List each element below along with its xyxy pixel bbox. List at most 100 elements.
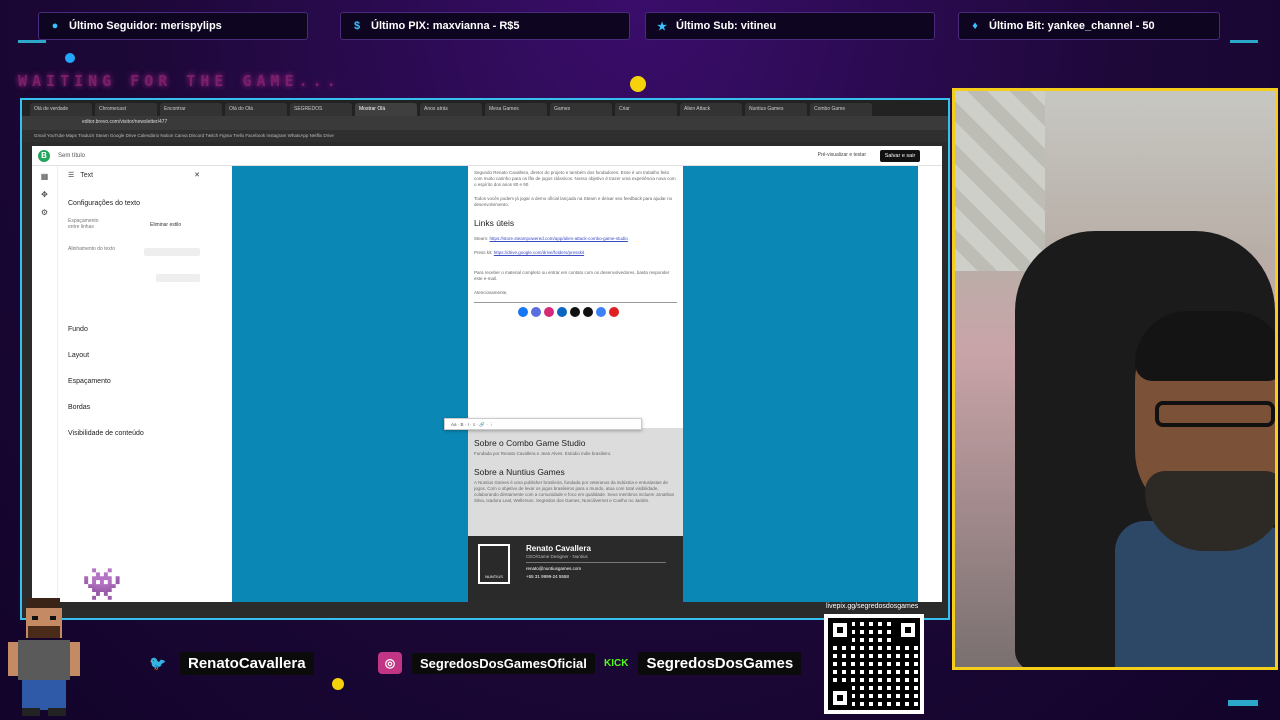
- x-icon[interactable]: [583, 307, 593, 317]
- remove-style-button[interactable]: Eliminar estilo: [150, 222, 181, 228]
- left-rail: ▦ ✥ ⚙: [32, 166, 58, 602]
- qr-code[interactable]: [824, 614, 924, 714]
- instagram-name: SegredosDosGamesOficial: [412, 652, 595, 674]
- instagram-handle: ◎ SegredosDosGamesOficial: [378, 648, 595, 678]
- text-settings-panel: ☰ Text ✕ Configurações do texto Espaçame…: [58, 166, 208, 602]
- instagram-icon: ◎: [378, 652, 402, 674]
- brevo-logo[interactable]: B: [38, 149, 50, 162]
- blocks-icon[interactable]: ▦: [38, 172, 52, 184]
- discord-icon[interactable]: [531, 307, 541, 317]
- alert-follower: ● Último Seguidor: merispylips: [38, 12, 308, 40]
- alert-bit: ♦ Último Bit: yankee_channel - 50: [958, 12, 1220, 40]
- browser-tab[interactable]: Encontrar: [160, 103, 222, 116]
- qr-finder: [828, 686, 852, 710]
- browser-tab[interactable]: Chromecast: [95, 103, 157, 116]
- decor-bar: [1228, 700, 1258, 706]
- bookmarks-bar[interactable]: Gmail YouTube Maps Traduzir Steam Google…: [22, 130, 948, 142]
- save-exit-button[interactable]: Salvar e sair: [880, 150, 920, 162]
- line-spacing-label: Espaçamento entre linhas: [68, 218, 99, 230]
- nuntius-logo: NUNTIUS: [478, 544, 510, 584]
- twitter-name: RenatoCavallera: [180, 651, 314, 675]
- nuntius-text[interactable]: A Nuntius Games é uma publisher brasilei…: [468, 480, 683, 504]
- streamer: [1115, 311, 1275, 667]
- youtube-icon[interactable]: [609, 307, 619, 317]
- presskit-label: Press kit:: [474, 250, 493, 255]
- sig-name: Renato Cavallera: [526, 544, 591, 553]
- wall-pattern: [955, 91, 1045, 271]
- browser-tab[interactable]: Olá do Olá: [225, 103, 287, 116]
- section-visibilidade[interactable]: Visibilidade de conteúdo: [68, 430, 144, 437]
- twitter-icon: 🐦: [149, 654, 167, 671]
- social-icons-row: [468, 307, 683, 317]
- sig-phone[interactable]: +55 31 9999-24 5558: [526, 574, 569, 579]
- instagram-icon[interactable]: [544, 307, 554, 317]
- combo-text[interactable]: Fundada por Renato Cavallera e Jean Alve…: [468, 451, 683, 457]
- screen-capture: Olá de verdade Chromecast Encontrar Olá …: [20, 98, 950, 620]
- preview-button[interactable]: Pré-visualizar e testar: [818, 152, 866, 158]
- intro-paragraph[interactable]: Segundo Renato Cavallera, diretor do pro…: [468, 170, 683, 188]
- text-formatting-toolbar[interactable]: Aa · B · I · ≡ · 🔗 · ⋮: [444, 418, 642, 430]
- qr-label: livepix.gg/segredosdosgames: [826, 603, 919, 610]
- tiktok-icon[interactable]: [570, 307, 580, 317]
- browser-tab[interactable]: Combo Game: [810, 103, 872, 116]
- twitter-handle: 🐦 RenatoCavallera: [146, 648, 314, 678]
- alert-bit-text: Último Bit: yankee_channel - 50: [989, 20, 1155, 32]
- kick-handle: KICK SegredosDosGames: [604, 648, 802, 678]
- browser-tab[interactable]: Nuntius Games: [745, 103, 807, 116]
- sig-divider: [526, 562, 666, 563]
- section-bordas[interactable]: Bordas: [68, 404, 90, 411]
- steam-link[interactable]: https://store.steampowered.com/app/alien…: [490, 236, 628, 241]
- section-layout[interactable]: Layout: [68, 352, 89, 359]
- alert-sub-text: Último Sub: vitineu: [676, 20, 777, 32]
- nuntius-heading[interactable]: Sobre a Nuntius Games: [468, 467, 683, 477]
- demo-paragraph[interactable]: Todos vocês podem já jogar a demo oficia…: [468, 196, 683, 208]
- doc-title[interactable]: Sem título: [58, 153, 85, 159]
- hair: [1135, 311, 1275, 381]
- move-icon[interactable]: ✥: [38, 190, 52, 202]
- dollar-icon: $: [353, 20, 361, 32]
- linkedin-icon[interactable]: [557, 307, 567, 317]
- sig-role: CEO/Game Designer - Nuntius: [526, 554, 588, 559]
- decor-dot-yellow: [630, 76, 646, 92]
- browser-tab[interactable]: Criar: [615, 103, 677, 116]
- website-icon[interactable]: [596, 307, 606, 317]
- sig-email[interactable]: renato@nuntiusgames.com: [526, 566, 581, 571]
- browser-tab[interactable]: Games: [550, 103, 612, 116]
- signature-block: NUNTIUS Renato Cavallera CEO/Game Design…: [468, 536, 683, 602]
- star-icon: ★: [657, 20, 667, 33]
- address-bar[interactable]: editor.brevo.com/visitor/newsletter/477: [22, 116, 948, 130]
- decor-dot-yellow: [332, 678, 344, 690]
- closing-line[interactable]: Atenciosamente,: [468, 290, 683, 296]
- kick-icon: KICK: [604, 657, 629, 669]
- decor-dot-blue: [65, 53, 75, 63]
- contact-paragraph[interactable]: Para receber o material completo ou entr…: [468, 270, 683, 282]
- editor-header: B Sem título Pré-visualizar e testar Sal…: [32, 146, 942, 166]
- align-toggle[interactable]: [144, 248, 200, 256]
- alert-pix-text: Último PIX: maxvianna - R$5: [371, 20, 520, 32]
- section-espacamento[interactable]: Espaçamento: [68, 378, 111, 385]
- combo-heading[interactable]: Sobre o Combo Game Studio: [468, 438, 683, 448]
- settings-icon[interactable]: ⚙: [38, 208, 52, 220]
- text-settings-heading[interactable]: Configurações do texto: [68, 200, 140, 207]
- section-fundo[interactable]: Fundo: [68, 326, 88, 333]
- text-align-label: Alinhamento do texto: [68, 246, 115, 252]
- email-document: Segundo Renato Cavallera, diretor do pro…: [468, 166, 683, 602]
- style-toggle[interactable]: [156, 274, 200, 282]
- divider: [474, 302, 677, 303]
- browser-tab[interactable]: Olá de verdade: [30, 103, 92, 116]
- diamond-icon: ♦: [972, 20, 978, 32]
- qr-finder: [896, 618, 920, 642]
- webcam-frame: [952, 88, 1278, 670]
- panel-header: ☰ Text ✕: [58, 166, 208, 184]
- steam-label: Steam:: [474, 236, 489, 241]
- facebook-icon[interactable]: [518, 307, 528, 317]
- browser-tab[interactable]: Mesa Games: [485, 103, 547, 116]
- browser-tab[interactable]: SEGREDOS: [290, 103, 352, 116]
- close-icon[interactable]: ✕: [194, 171, 200, 179]
- browser-tab-strip: Olá de verdade Chromecast Encontrar Olá …: [22, 100, 948, 116]
- links-heading[interactable]: Links úteis: [468, 218, 683, 228]
- browser-tab-active[interactable]: Mostrar Olá: [355, 103, 417, 116]
- presskit-link[interactable]: https://drive.google.com/drive/folders/p…: [494, 250, 584, 255]
- browser-tab[interactable]: Anos atrás: [420, 103, 482, 116]
- browser-tab[interactable]: Alien Attack: [680, 103, 742, 116]
